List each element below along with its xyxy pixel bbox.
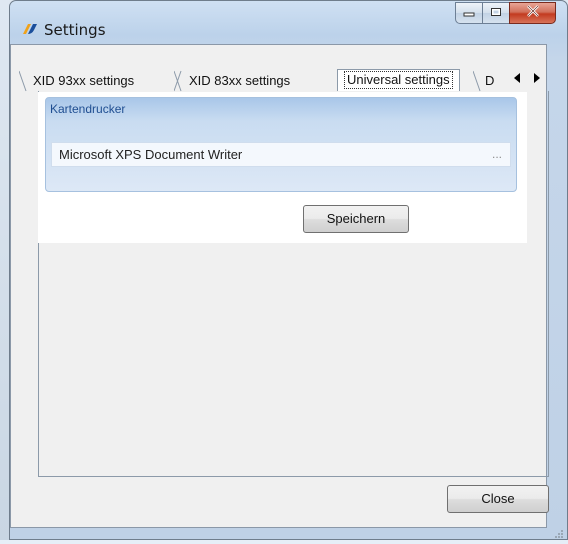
tab-label: D	[485, 73, 495, 88]
save-button[interactable]: Speichern	[303, 205, 409, 233]
resize-grip-icon[interactable]	[554, 526, 564, 538]
maximize-button[interactable]	[482, 2, 509, 24]
tab-label: XID 83xx settings	[189, 73, 291, 88]
close-window-button[interactable]	[509, 2, 556, 24]
app-logo-icon	[21, 21, 39, 37]
tab-universal-settings[interactable]: Universal settings	[337, 69, 460, 91]
tab-scroll-buttons	[510, 68, 544, 88]
kartendrucker-group: Kartendrucker Microsoft XPS Document Wri…	[45, 97, 517, 192]
minimize-icon	[463, 4, 475, 22]
printer-selector-field[interactable]: Microsoft XPS Document Writer ...	[51, 142, 511, 167]
caption-buttons	[455, 2, 556, 24]
tab-strip: XID 93xx settings XID 83xx settings Univ…	[18, 67, 549, 92]
group-title: Kartendrucker	[50, 102, 126, 116]
close-icon	[526, 4, 540, 22]
tab-xid-93xx-settings[interactable]: XID 93xx settings	[27, 71, 140, 91]
tab-separator	[173, 70, 182, 92]
maximize-icon	[490, 4, 502, 22]
tab-label: XID 93xx settings	[33, 73, 135, 88]
tab-separator	[472, 70, 481, 92]
arrow-left-icon[interactable]	[514, 73, 520, 83]
tab-d-truncated[interactable]: D	[481, 71, 509, 91]
title-bar[interactable]: Settings	[10, 1, 567, 41]
arrow-right-icon[interactable]	[534, 73, 540, 83]
browse-button[interactable]: ...	[492, 143, 502, 166]
printer-value: Microsoft XPS Document Writer	[59, 147, 243, 162]
tab-separator	[18, 70, 27, 92]
tab-label: Universal settings	[344, 71, 453, 89]
close-button[interactable]: Close	[447, 485, 549, 513]
window-title: Settings	[44, 21, 106, 39]
minimize-button[interactable]	[455, 2, 482, 24]
tab-xid-83xx-settings[interactable]: XID 83xx settings	[183, 71, 296, 91]
